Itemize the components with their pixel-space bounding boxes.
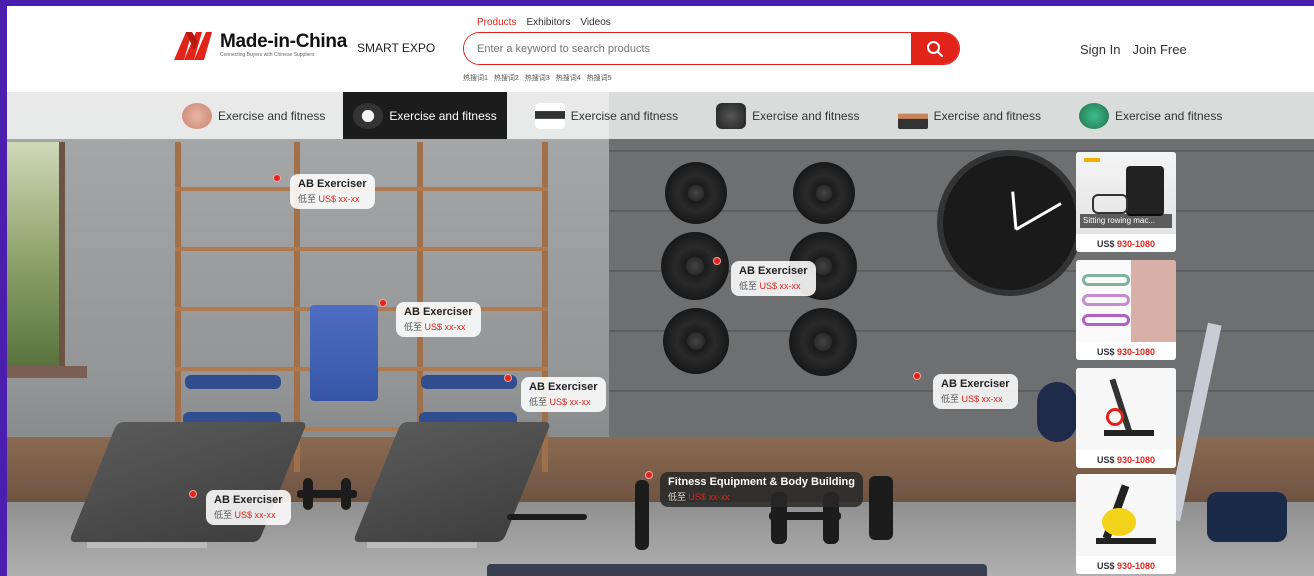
smart-expo-label[interactable]: SMART EXPO [357, 41, 435, 55]
tab-products[interactable]: Products [477, 17, 516, 28]
hotspot-dot[interactable] [273, 174, 281, 182]
category-item[interactable]: Exercise and fitness [888, 92, 1051, 139]
tab-videos[interactable]: Videos [580, 17, 610, 28]
hotspot-product-tag[interactable]: AB Exerciser 低至 US$ xx-xx [290, 174, 375, 209]
hotspot-product-tag[interactable]: AB Exerciser 低至 US$ xx-xx [521, 377, 606, 412]
weight-plate [663, 308, 729, 374]
logo-tagline: Connecting Buyers with Chinese Suppliers [220, 52, 315, 58]
product-card[interactable]: US$ 930-1080 [1076, 474, 1176, 574]
sign-in-link[interactable]: Sign In [1080, 42, 1120, 57]
join-free-link[interactable]: Join Free [1132, 42, 1186, 57]
tab-exhibitors[interactable]: Exhibitors [526, 17, 570, 28]
window [7, 142, 65, 372]
weight-plate [661, 232, 729, 300]
search-input[interactable] [464, 33, 911, 64]
bench-icon [534, 102, 565, 129]
logo-title: Made-in-China [220, 31, 347, 52]
hot-word[interactable]: 热搜词2 [494, 73, 519, 83]
hotspot-product-tag[interactable]: AB Exerciser 低至 US$ xx-xx [396, 302, 481, 337]
weight-plate [665, 162, 727, 224]
chair-icon [182, 102, 212, 129]
towel [310, 305, 378, 401]
site-logo[interactable]: Made-in-China Connecting Buyers with Chi… [172, 28, 347, 62]
hot-word[interactable]: 热搜词3 [525, 73, 550, 83]
hot-word[interactable]: 热搜词4 [556, 73, 581, 83]
category-label: Exercise and fitness [218, 108, 326, 123]
category-item[interactable]: Exercise and fitness [706, 92, 869, 139]
category-item[interactable]: Exercise and fitness [525, 92, 688, 139]
exercise-bike-icon [1076, 474, 1176, 556]
dumbbell [507, 514, 587, 520]
search-tabs: Products Exhibitors Videos [477, 17, 611, 28]
weight-plate [793, 162, 855, 224]
product-caption: Sitting rowing mac... [1080, 214, 1172, 228]
hotspot-dot[interactable] [379, 299, 387, 307]
product-card[interactable]: US$ 930-1080 [1076, 368, 1176, 468]
product-card[interactable]: US$ 930-1080 [1076, 260, 1176, 360]
exercise-bike [1037, 382, 1077, 442]
product-card[interactable]: Sitting rowing mac... US$ 930-1080 [1076, 152, 1176, 252]
hot-word[interactable]: 热搜词1 [463, 73, 488, 83]
category-nav: Exercise and fitness Exercise and fitnes… [7, 92, 1314, 139]
hot-search-words: 热搜词1 热搜词2 热搜词3 热搜词4 热搜词5 [463, 73, 612, 83]
category-item[interactable]: Exercise and fitness [1069, 92, 1232, 139]
search-button[interactable] [911, 33, 959, 64]
search-bar [463, 32, 960, 65]
hotspot-product-tag[interactable]: AB Exerciser 低至 US$ xx-xx [206, 490, 291, 525]
category-label: Exercise and fitness [570, 108, 679, 123]
logo-icon [172, 28, 216, 62]
product-price: US$ 930-1080 [1096, 239, 1156, 249]
hotspot-dot[interactable] [713, 257, 721, 265]
kettlebell-icon [1078, 102, 1109, 129]
category-label: Exercise and fitness [752, 108, 860, 123]
hotspot-product-tag[interactable]: Fitness Equipment & Body Building 低至 US$… [660, 472, 863, 507]
resistance-bands-icon [1076, 260, 1176, 342]
product-price: US$ 930-1080 [1096, 455, 1156, 465]
treadmill-icon [353, 102, 384, 129]
category-label: Exercise and fitness [933, 108, 1041, 123]
hotspot-product-tag[interactable]: AB Exerciser 低至 US$ xx-xx [731, 261, 816, 296]
hotspot-dot[interactable] [189, 490, 197, 498]
person-icon [897, 102, 928, 129]
wall-clock [937, 150, 1083, 296]
category-item-active[interactable]: Exercise and fitness [343, 92, 507, 139]
machine-icon [716, 102, 747, 129]
product-price: US$ 930-1080 [1096, 561, 1156, 571]
floor-mat [487, 564, 987, 576]
category-label: Exercise and fitness [389, 108, 497, 123]
spin-bike-icon [1076, 368, 1176, 450]
user-links: Sign In Join Free [1080, 42, 1187, 57]
weight-plate [789, 308, 857, 376]
hotspot-dot[interactable] [913, 372, 921, 380]
hotspot-product-tag[interactable]: AB Exerciser 低至 US$ xx-xx [933, 374, 1018, 409]
site-header: Made-in-China Connecting Buyers with Chi… [7, 6, 1314, 92]
category-item[interactable]: Exercise and fitness [172, 92, 335, 139]
category-label: Exercise and fitness [1114, 108, 1223, 123]
hotspot-dot[interactable] [645, 471, 653, 479]
page-frame: Made-in-China Connecting Buyers with Chi… [7, 6, 1314, 576]
product-price: US$ 930-1080 [1096, 347, 1156, 357]
hotspot-dot[interactable] [504, 374, 512, 382]
hot-word[interactable]: 热搜词5 [587, 73, 612, 83]
search-icon [927, 40, 943, 57]
